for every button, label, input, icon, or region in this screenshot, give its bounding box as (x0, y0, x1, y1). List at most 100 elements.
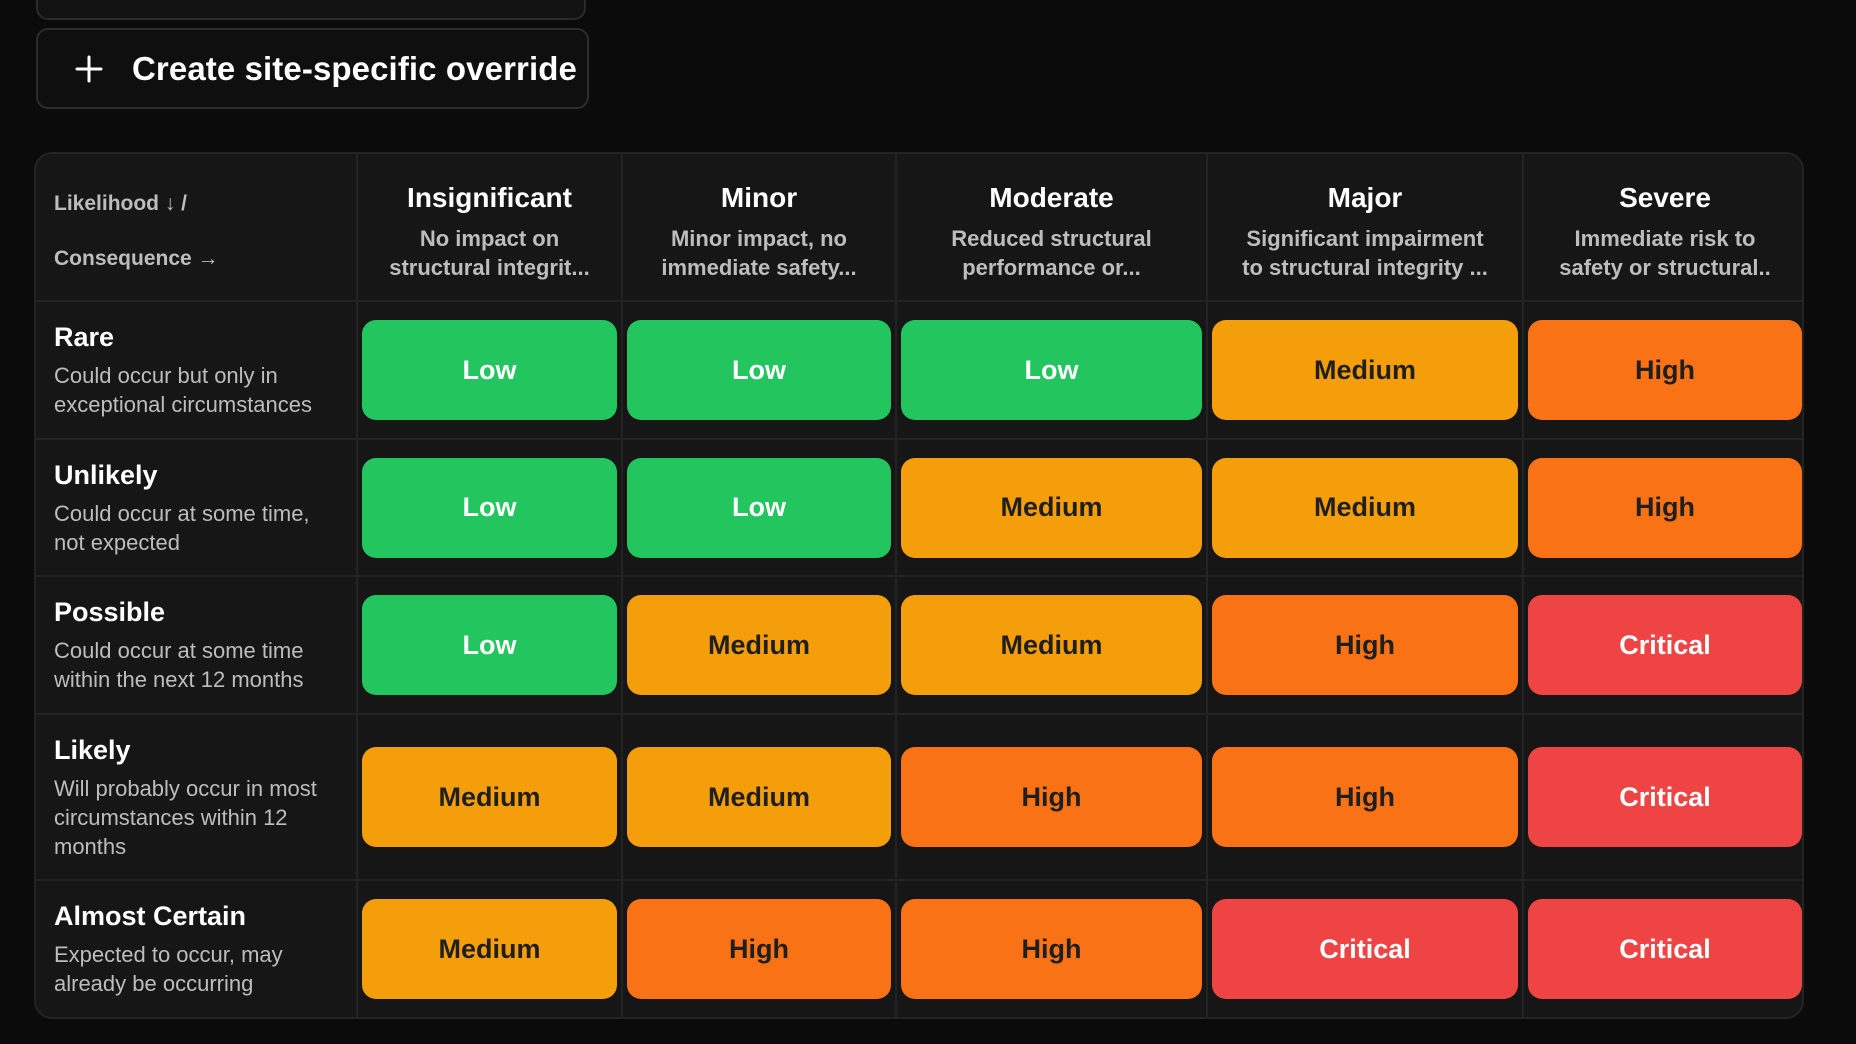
consequence-description: Minor impact, no immediate safety... (631, 224, 887, 282)
risk-rating-tile[interactable]: Low (627, 457, 891, 558)
consequence-header-severe: Severe Immediate risk to safety or structu… (1524, 154, 1802, 302)
risk-cell: Medium (623, 715, 897, 881)
consequence-description-line: Minor impact, no (670, 226, 847, 251)
risk-rating-tile[interactable]: Critical (1528, 747, 1802, 847)
risk-cell: Medium (897, 440, 1208, 577)
risk-cell: Low (897, 302, 1208, 440)
consequence-description-line: structural integrit... (389, 255, 590, 280)
risk-cell: Low (358, 577, 623, 715)
risk-cell: High (897, 881, 1208, 1017)
risk-rating-tile[interactable]: Medium (627, 747, 891, 847)
likelihood-title: Possible (54, 597, 166, 627)
risk-rating-tile[interactable]: Medium (901, 595, 1202, 695)
consequence-description-line: No impact on (419, 226, 560, 251)
risk-rating-tile[interactable]: Critical (1212, 899, 1518, 999)
risk-rating-tile[interactable]: High (1212, 747, 1518, 847)
consequence-axis-label: Consequence → (54, 247, 219, 270)
risk-rating-tile[interactable]: Medium (627, 595, 891, 695)
likelihood-description: Could occur but only in exceptional circ… (54, 363, 313, 417)
likelihood-title: Almost Certain (54, 901, 247, 931)
risk-rating-tile[interactable]: High (1212, 595, 1518, 695)
risk-rating-tile[interactable]: Low (362, 595, 617, 695)
risk-rating-tile[interactable]: Medium (362, 899, 617, 999)
consequence-description: No impact on structural integrit... (366, 224, 613, 282)
consequence-header-major: Major Significant impairment to structural… (1208, 154, 1524, 302)
risk-cell: High (623, 881, 897, 1017)
risk-cell: High (897, 715, 1208, 881)
consequence-header-insignificant: Insignificant No impact on structural inte… (358, 154, 623, 302)
consequence-description-line: Immediate risk to (1574, 226, 1756, 251)
matrix-corner-header: Likelihood ↓ / Consequence → (36, 154, 358, 302)
risk-cell: High (1524, 440, 1802, 577)
risk-rating-tile[interactable]: High (901, 747, 1202, 847)
risk-rating-tile[interactable]: Critical (1528, 899, 1802, 999)
risk-rating-tile[interactable]: High (1528, 457, 1802, 558)
risk-rating-tile[interactable]: Low (901, 320, 1202, 420)
risk-cell: Medium (897, 577, 1208, 715)
consequence-title: Insignificant (407, 182, 572, 213)
risk-rating-tile[interactable]: Medium (1212, 457, 1518, 558)
risk-rating-tile[interactable]: Critical (1528, 595, 1802, 695)
risk-cell: Critical (1524, 881, 1802, 1017)
risk-cell: Medium (623, 577, 897, 715)
likelihood-description: Expected to occur, may already be occurr… (54, 942, 283, 996)
consequence-title: Severe (1619, 182, 1711, 213)
risk-cell: Medium (1208, 440, 1524, 577)
likelihood-header-unlikely: Unlikely Could occur at some time, not ex… (36, 440, 358, 577)
risk-matrix-page: Create site-specific override Likelihood… (0, 0, 1856, 1044)
risk-matrix: Likelihood ↓ / Consequence → Insignifica… (34, 152, 1804, 1019)
risk-cell: Low (358, 440, 623, 577)
risk-rating-tile[interactable]: Low (362, 320, 617, 420)
consequence-description-line: Significant impairment (1246, 226, 1484, 251)
likelihood-header-rare: Rare Could occur but only in exceptional … (36, 302, 358, 440)
likelihood-description: Will probably occur in most circumstance… (54, 776, 317, 859)
consequence-description: Immediate risk to safety or structural.. (1532, 224, 1797, 282)
consequence-description-line: Reduced structural (951, 226, 1152, 251)
risk-cell: Low (623, 302, 897, 440)
likelihood-description: Could occur at some time, not expected (54, 501, 310, 555)
consequence-description-line: to structural integrity ... (1242, 255, 1488, 280)
create-override-label: Create site-specific override (132, 49, 577, 87)
risk-cell: Medium (358, 715, 623, 881)
risk-cell: Critical (1524, 715, 1802, 881)
risk-cell: Critical (1208, 881, 1524, 1017)
risk-cell: High (1524, 302, 1802, 440)
consequence-header-moderate: Moderate Reduced structural performance or… (897, 154, 1208, 302)
plus-icon (72, 52, 106, 86)
consequence-title: Moderate (989, 182, 1114, 213)
consequence-title: Major (1327, 182, 1403, 213)
consequence-description: Reduced structural performance or... (906, 224, 1196, 282)
risk-rating-tile[interactable]: High (901, 899, 1202, 999)
risk-cell: Low (623, 440, 897, 577)
likelihood-title: Unlikely (54, 460, 158, 490)
consequence-description-line: performance or... (962, 255, 1141, 280)
risk-cell: High (1208, 577, 1524, 715)
risk-rating-tile[interactable]: Medium (1212, 320, 1518, 420)
risk-cell: Medium (358, 881, 623, 1017)
likelihood-header-almost-certain: Almost Certain Expected to occur, may alr… (36, 881, 358, 1017)
previous-card (36, 0, 586, 20)
consequence-description-line: safety or structural.. (1559, 255, 1771, 280)
risk-rating-tile[interactable]: High (1528, 320, 1802, 420)
consequence-header-minor: Minor Minor impact, no immediate safety... (623, 154, 897, 302)
risk-rating-tile[interactable]: High (627, 899, 891, 999)
create-override-button[interactable]: Create site-specific override (36, 28, 589, 109)
likelihood-axis-label: Likelihood ↓ / (54, 192, 188, 215)
likelihood-header-possible: Possible Could occur at some time within … (36, 577, 358, 715)
risk-rating-tile[interactable]: Medium (901, 457, 1202, 558)
likelihood-title: Rare (54, 322, 115, 352)
risk-cell: High (1208, 715, 1524, 881)
likelihood-header-likely: Likely Will probably occur in most circum… (36, 715, 358, 881)
risk-cell: Low (358, 302, 623, 440)
likelihood-title: Likely (54, 735, 131, 765)
likelihood-description: Could occur at some time within the next… (54, 638, 304, 692)
risk-rating-tile[interactable]: Low (362, 457, 617, 558)
consequence-description-line: immediate safety... (661, 255, 857, 280)
risk-rating-tile[interactable]: Medium (362, 747, 617, 847)
risk-cell: Critical (1524, 577, 1802, 715)
risk-cell: Medium (1208, 302, 1524, 440)
risk-matrix-grid: Likelihood ↓ / Consequence → Insignifica… (36, 154, 1802, 1017)
risk-rating-tile[interactable]: Low (627, 320, 891, 420)
consequence-title: Minor (720, 182, 798, 213)
consequence-description: Significant impairment to structural inte… (1217, 224, 1512, 282)
